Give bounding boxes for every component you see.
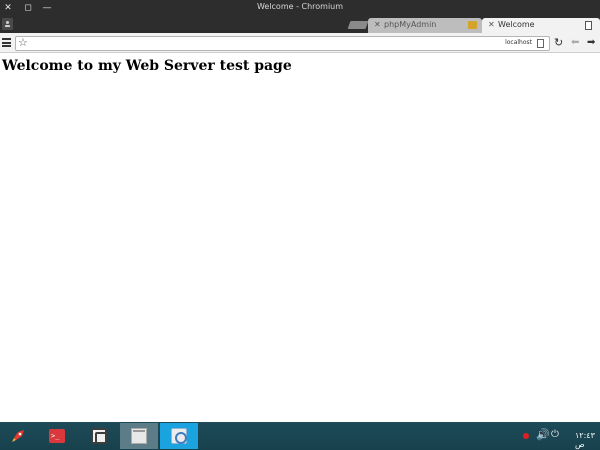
new-tab-button[interactable]: [347, 21, 369, 29]
page-info-icon[interactable]: [537, 39, 544, 48]
reload-icon[interactable]: ↻: [554, 36, 563, 49]
taskbar: >_ 🔊 ⏻ ١٢:٤٣ ص: [0, 422, 600, 450]
menu-icon[interactable]: [2, 38, 11, 47]
rocket-icon: [12, 430, 24, 442]
window-icon: [131, 428, 147, 444]
page-icon: [585, 21, 592, 30]
close-tab-icon[interactable]: ✕: [374, 20, 381, 29]
chromium-icon: [171, 428, 187, 444]
profile-icon[interactable]: [2, 18, 13, 30]
file-manager-task[interactable]: [80, 423, 118, 449]
power-icon[interactable]: ⏻: [551, 428, 559, 442]
close-tab-icon[interactable]: ✕: [488, 20, 495, 29]
terminal-icon: >_: [49, 429, 65, 443]
page-heading: Welcome to my Web Server test page: [2, 58, 292, 74]
volume-icon[interactable]: 🔊: [536, 428, 550, 442]
window-task[interactable]: [120, 423, 158, 449]
tab-label: phpMyAdmin: [384, 20, 437, 29]
window-title: Welcome - Chromium: [256, 2, 344, 11]
tab-phpmyadmin[interactable]: ✕ phpMyAdmin: [368, 18, 482, 33]
tab-label: Welcome: [498, 20, 535, 29]
warning-icon: [468, 21, 477, 29]
tab-strip: ✕ phpMyAdmin ✕ Welcome: [0, 16, 600, 33]
browser-toolbar: ☆ localhost ↻ ⬅ ➡: [0, 33, 600, 53]
clock[interactable]: ١٢:٤٣ ص: [575, 431, 600, 449]
url-host: localhost: [505, 39, 532, 46]
chromium-task[interactable]: [160, 423, 198, 449]
address-bar[interactable]: ☆ localhost: [15, 36, 550, 51]
back-arrow-icon[interactable]: ⬅: [571, 36, 579, 49]
file-manager-icon: [91, 428, 107, 444]
record-indicator-icon[interactable]: [523, 433, 529, 439]
launcher-button[interactable]: [0, 423, 38, 449]
page-content: Welcome to my Web Server test page: [0, 54, 600, 422]
terminal-task[interactable]: >_: [38, 423, 76, 449]
title-bar: ✕ ◻ — Welcome - Chromium: [0, 0, 600, 16]
forward-arrow-icon[interactable]: ➡: [587, 36, 595, 49]
bookmark-star-icon[interactable]: ☆: [18, 36, 28, 50]
tab-welcome[interactable]: ✕ Welcome: [482, 18, 600, 33]
